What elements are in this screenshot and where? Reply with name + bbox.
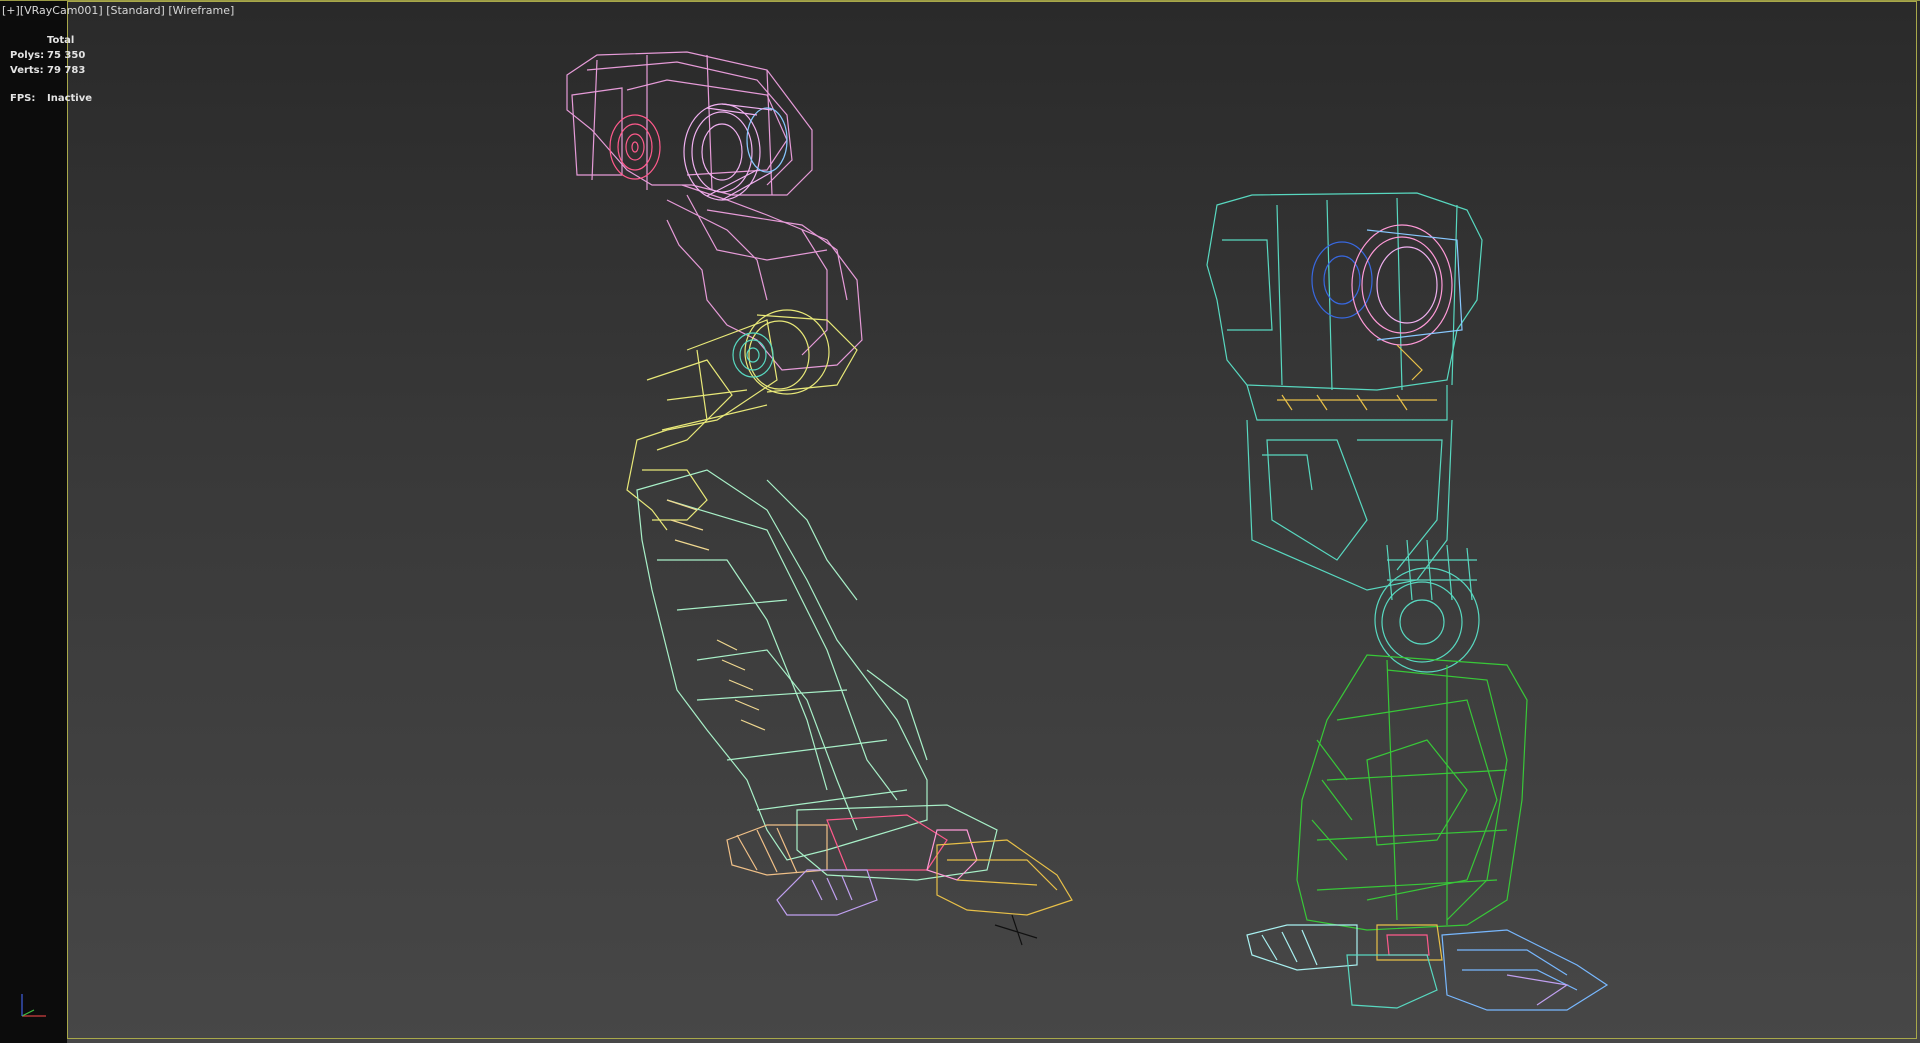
left-knee-core: [732, 332, 774, 378]
ground-cursor: [994, 914, 1038, 946]
stats-fps-label: FPS:: [10, 93, 36, 104]
right-leg-hip: [1206, 192, 1483, 591]
right-knee-joint: [1374, 539, 1480, 673]
stats-polys-label: Polys:: [10, 50, 45, 61]
right-leg-shin: [1296, 654, 1528, 931]
stats-polys-value: 75 350: [47, 50, 86, 61]
viewport-statistics: Total Polys: 75 350 Verts: 79 783 FPS: Inac…: [10, 33, 130, 106]
stats-verts-label: Verts:: [10, 65, 44, 76]
left-leg-model[interactable]: [566, 51, 1073, 916]
viewport-shading-menu[interactable]: [Standard]: [106, 4, 165, 17]
wireframe-scene[interactable]: [67, 0, 1920, 1043]
left-leg-hip: [566, 51, 863, 371]
top-border: [0, 0, 1920, 1]
stats-fps-value: Inactive: [47, 93, 93, 104]
right-foot: [1246, 924, 1609, 1011]
axis-y: [21, 1009, 35, 1017]
viewport-camera-menu[interactable]: [VRayCam001]: [20, 4, 103, 17]
right-leg-model[interactable]: [1206, 192, 1609, 1011]
axis-gizmo-icon: [21, 994, 46, 1017]
left-hip-disc: [609, 114, 661, 180]
viewport-label: [+][VRayCam001] [Standard] [Wireframe]: [2, 4, 234, 20]
stats-verts-value: 79 783: [47, 65, 86, 76]
left-strip: [0, 0, 67, 1043]
stats-total-header: Total: [47, 35, 75, 46]
viewport-menu-plus[interactable]: [+]: [2, 4, 20, 17]
left-leg-shin: [636, 469, 928, 861]
viewport-mode-menu[interactable]: [Wireframe]: [168, 4, 234, 17]
left-foot: [726, 804, 1073, 916]
left-knee-joint: [626, 309, 858, 531]
